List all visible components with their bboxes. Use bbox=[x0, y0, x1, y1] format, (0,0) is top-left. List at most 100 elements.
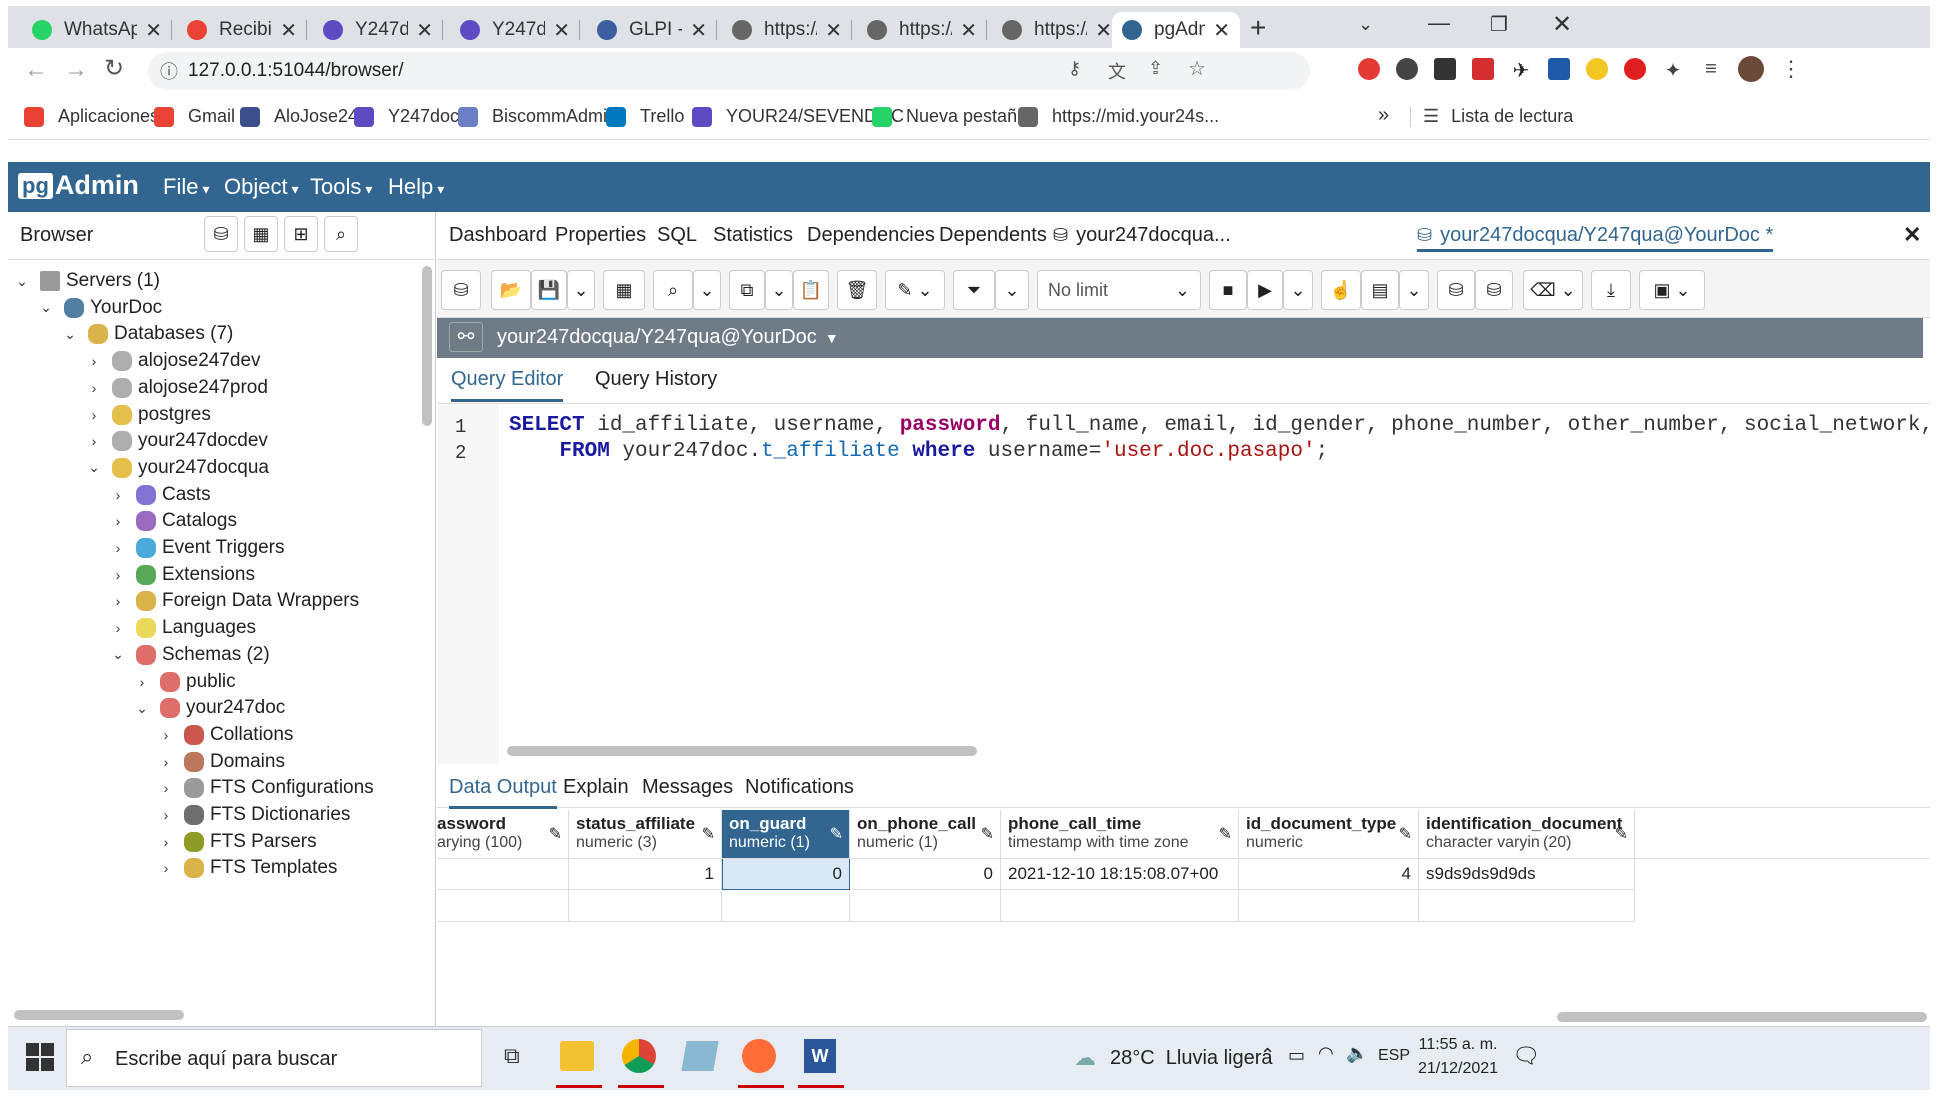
tab-query-tool[interactable]: ⛁ your247docqua/Y247qua@YourDoc * bbox=[1417, 222, 1774, 252]
table-cell[interactable]: 0 bbox=[722, 858, 850, 890]
clear-icon[interactable]: ⌫ ⌄ bbox=[1523, 270, 1583, 310]
tree-node[interactable]: ⌄ your247docqua bbox=[86, 453, 269, 483]
tab-search-icon[interactable]: ⌄ bbox=[1358, 14, 1373, 35]
tab-dashboard[interactable]: Dashboard bbox=[449, 224, 547, 247]
forward-icon[interactable]: → bbox=[64, 56, 88, 84]
close-tab-icon[interactable]: ✕ bbox=[553, 18, 570, 43]
tree-node[interactable]: › FTS Dictionaries bbox=[158, 800, 350, 830]
reload-icon[interactable]: ↻ bbox=[104, 54, 124, 83]
stop-icon[interactable]: ■ bbox=[1209, 270, 1247, 310]
chevron-down-icon[interactable]: ⌄ bbox=[38, 299, 54, 316]
minimize-button[interactable]: — bbox=[1428, 10, 1450, 36]
table-cell[interactable] bbox=[722, 890, 850, 922]
column-header[interactable]: identification_document character varyin … bbox=[1419, 810, 1635, 858]
chevron-right-icon[interactable]: › bbox=[86, 353, 102, 369]
chevron-right-icon[interactable]: › bbox=[86, 433, 102, 449]
tree-node[interactable]: ⌄ Schemas (2) bbox=[110, 640, 270, 670]
close-tab-icon[interactable]: ✕ bbox=[1213, 18, 1230, 43]
tab-data-output[interactable]: Data Output bbox=[449, 776, 557, 809]
tab-query-history[interactable]: Query History bbox=[595, 368, 717, 391]
volume-icon[interactable]: 🔈 bbox=[1346, 1043, 1368, 1064]
menu-file[interactable]: File ▾ bbox=[163, 174, 209, 200]
site-info-icon[interactable]: ⓘ bbox=[160, 58, 178, 84]
save-data-icon[interactable]: ⛁ bbox=[441, 270, 481, 310]
back-icon[interactable]: ← bbox=[24, 56, 48, 84]
chevron-right-icon[interactable]: › bbox=[158, 780, 174, 796]
maximize-button[interactable]: ❐ bbox=[1490, 12, 1508, 37]
close-tab-icon[interactable]: ✕ bbox=[1095, 18, 1112, 43]
bookmark-item[interactable]: Aplicaciones bbox=[24, 106, 159, 127]
extension-icon[interactable] bbox=[1434, 58, 1456, 80]
edit-pencil-icon[interactable]: ✎ bbox=[1219, 824, 1232, 844]
close-tab-button[interactable]: ✕ bbox=[1903, 222, 1921, 248]
column-header[interactable]: phone_call_time timestamp with time zone ✎ bbox=[1001, 810, 1239, 858]
chevron-right-icon[interactable]: › bbox=[110, 487, 126, 503]
avatar[interactable] bbox=[1738, 56, 1764, 82]
chevron-down-icon[interactable]: ⌄ bbox=[14, 273, 30, 290]
extension-icon[interactable] bbox=[1358, 58, 1380, 80]
extension-icon[interactable]: ✈ bbox=[1510, 58, 1532, 82]
table-cell[interactable] bbox=[569, 890, 722, 922]
connection-selector[interactable]: your247docqua/Y247qua@YourDoc ▼ bbox=[497, 326, 839, 349]
extension-icon[interactable] bbox=[1586, 58, 1608, 80]
save-dropdown-icon[interactable]: ⌄ bbox=[567, 270, 595, 310]
tree-node[interactable]: › Foreign Data Wrappers bbox=[110, 586, 359, 616]
translate-icon[interactable]: 文 bbox=[1108, 58, 1126, 84]
chevron-right-icon[interactable]: › bbox=[158, 727, 174, 743]
table-cell[interactable] bbox=[437, 858, 569, 890]
connection-status-icon[interactable]: ⚯ bbox=[449, 322, 483, 352]
tree-node[interactable]: › Catalogs bbox=[110, 506, 237, 536]
execute-icon[interactable]: ▶ bbox=[1247, 270, 1283, 310]
reading-list-button[interactable]: ☰ Lista de lectura bbox=[1410, 106, 1573, 127]
table-cell[interactable]: 2021-12-10 18:15:08.07+00 bbox=[1001, 858, 1239, 890]
battery-icon[interactable]: ▭ bbox=[1288, 1045, 1305, 1066]
tree-node[interactable]: › alojose247dev bbox=[86, 346, 261, 376]
menu-tools[interactable]: Tools ▾ bbox=[310, 174, 372, 200]
bookmark-item[interactable]: BiscommAdmin bbox=[458, 106, 617, 127]
extension-icon[interactable] bbox=[1548, 58, 1570, 80]
table-cell[interactable]: s9ds9ds9d9ds bbox=[1419, 858, 1635, 890]
edit-pencil-icon[interactable]: ✎ bbox=[549, 824, 562, 844]
editor-hscrollbar[interactable] bbox=[507, 746, 977, 756]
sql-editor[interactable]: 1 SELECT id_affiliate, username, password… bbox=[437, 404, 1933, 764]
tab-properties[interactable]: Properties bbox=[555, 224, 646, 247]
more-menu-icon[interactable]: ⋮ bbox=[1780, 56, 1802, 82]
close-tab-icon[interactable]: ✕ bbox=[145, 18, 162, 43]
chevron-right-icon[interactable]: › bbox=[110, 513, 126, 529]
edit-pencil-icon[interactable]: ✎ bbox=[702, 824, 715, 844]
bookmark-item[interactable]: Nueva pestaña bbox=[872, 106, 1027, 127]
copy-icon[interactable]: ⧉ bbox=[729, 270, 765, 310]
table-filter-icon[interactable]: ⊞ bbox=[284, 216, 318, 252]
table-cell[interactable]: 1 bbox=[569, 858, 722, 890]
execute-dropdown-icon[interactable]: ⌄ bbox=[1283, 270, 1313, 310]
chevron-right-icon[interactable]: › bbox=[86, 380, 102, 396]
tab-explain[interactable]: Explain bbox=[563, 776, 629, 799]
tree-hscrollbar[interactable] bbox=[14, 1010, 184, 1020]
bookmarks-more-button[interactable]: » bbox=[1378, 104, 1389, 127]
key-icon[interactable]: ⚷ bbox=[1068, 58, 1081, 79]
chevron-right-icon[interactable]: › bbox=[158, 807, 174, 823]
tab-dependencies[interactable]: Dependencies bbox=[807, 224, 935, 247]
share-icon[interactable]: ⇪ bbox=[1148, 58, 1163, 79]
column-header[interactable]: assword arying (100) ✎ bbox=[437, 810, 569, 858]
column-header[interactable]: on_guard numeric (1) ✎ bbox=[722, 810, 850, 858]
table-cell[interactable] bbox=[1001, 890, 1239, 922]
tree-node[interactable]: › alojose247prod bbox=[86, 373, 268, 403]
tree-node[interactable]: › Event Triggers bbox=[110, 533, 285, 563]
filter-icon[interactable]: ⏷ bbox=[953, 270, 995, 310]
word-icon[interactable]: W bbox=[804, 1039, 836, 1073]
browser-tab[interactable]: https://n ✕ bbox=[992, 12, 1122, 48]
chevron-right-icon[interactable]: › bbox=[158, 860, 174, 876]
open-file-icon[interactable]: 📂 bbox=[491, 270, 531, 310]
browser-tab[interactable]: https://n ✕ bbox=[722, 12, 852, 48]
edit-pencil-icon[interactable]: ✎ bbox=[1399, 824, 1412, 844]
table-cell[interactable] bbox=[850, 890, 1001, 922]
close-tab-icon[interactable]: ✕ bbox=[416, 18, 433, 43]
rollback-icon[interactable]: ⛁ bbox=[1475, 270, 1513, 310]
star-icon[interactable]: ☆ bbox=[1188, 56, 1206, 81]
chevron-down-icon[interactable]: ⌄ bbox=[134, 700, 150, 717]
browser-tab[interactable]: Y247doc ✕ bbox=[450, 12, 580, 48]
browser-tab[interactable]: pgAdmir ✕ bbox=[1112, 12, 1240, 48]
tree-scrollbar[interactable] bbox=[422, 266, 432, 426]
chevron-right-icon[interactable]: › bbox=[110, 567, 126, 583]
